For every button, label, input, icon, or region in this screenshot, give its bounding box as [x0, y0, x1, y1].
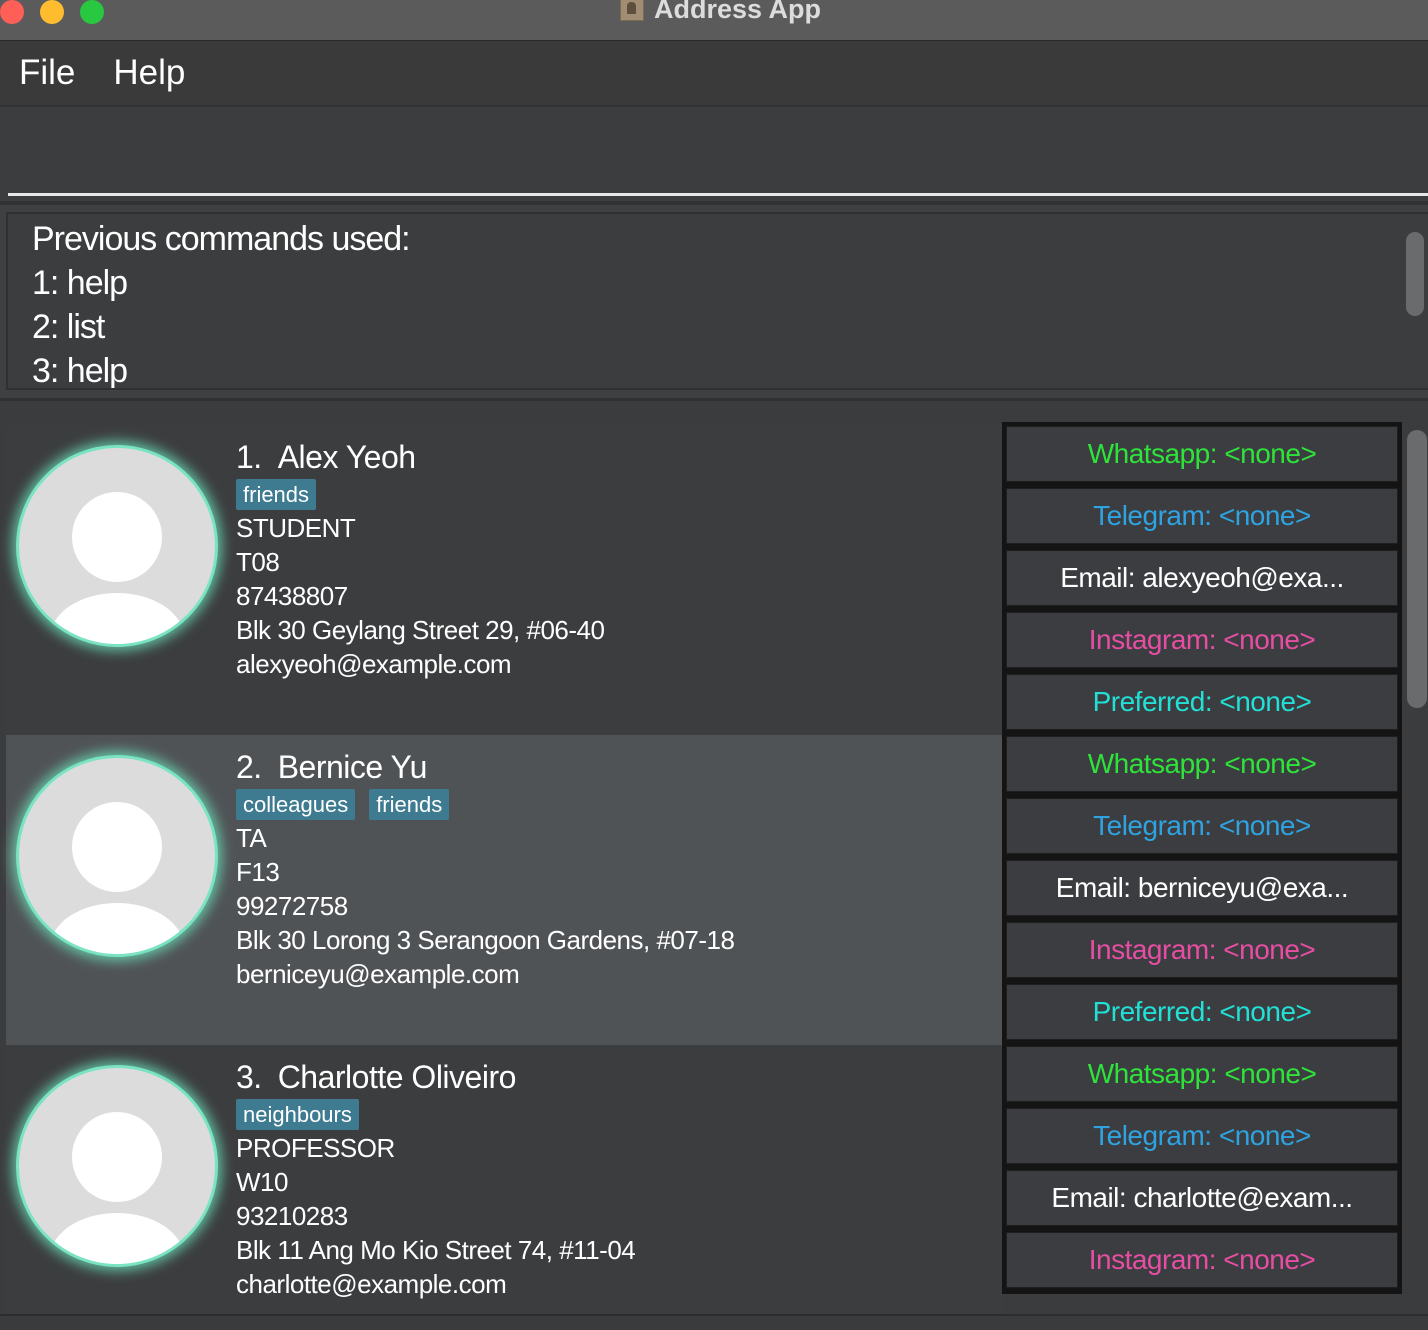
person-info: 1. Alex Yeoh friends STUDENT T08 87438807…	[236, 437, 605, 681]
person-email: alexyeoh@example.com	[236, 649, 512, 679]
avatar-body	[50, 593, 184, 644]
person-phone: 93210283	[236, 1201, 348, 1231]
whatsapp-button[interactable]: Whatsapp: <none>	[1006, 736, 1398, 792]
person-tutorial: F13	[236, 857, 280, 887]
person-name: Alex Yeoh	[277, 439, 416, 475]
person-index: 1.	[236, 439, 262, 475]
address-book-icon	[620, 0, 644, 21]
avatar-body	[50, 903, 184, 954]
tag-list: friends	[236, 477, 604, 511]
person-card[interactable]: 2. Bernice Yu colleagues friends TA F13 9…	[6, 735, 1002, 1045]
telegram-button[interactable]: Telegram: <none>	[1006, 798, 1398, 854]
person-phone: 99272758	[236, 891, 348, 921]
instagram-button[interactable]: Instagram: <none>	[1006, 922, 1398, 978]
result-line: Previous commands used:	[32, 220, 411, 258]
person-phone: 87438807	[236, 581, 348, 611]
window-title-text: Address App	[654, 0, 822, 24]
command-input[interactable]	[8, 117, 1428, 196]
avatar-head	[72, 802, 162, 892]
tag: friends	[369, 788, 450, 820]
close-window-button[interactable]	[0, 0, 24, 24]
result-scrollbar[interactable]	[1406, 232, 1424, 316]
zoom-window-button[interactable]	[80, 0, 104, 24]
tag: colleagues	[236, 788, 356, 820]
instagram-button[interactable]: Instagram: <none>	[1006, 1232, 1398, 1288]
person-name: Charlotte Oliveiro	[277, 1059, 517, 1095]
person-tutorial: T08	[236, 547, 280, 577]
person-index: 2.	[236, 749, 262, 785]
person-role: STUDENT	[236, 513, 356, 543]
tag-list: colleagues friends	[236, 787, 734, 821]
menu-help[interactable]: Help	[113, 53, 185, 93]
person-email: berniceyu@example.com	[236, 959, 520, 989]
avatar-head	[72, 1112, 162, 1202]
instagram-button[interactable]: Instagram: <none>	[1006, 612, 1398, 668]
telegram-button[interactable]: Telegram: <none>	[1006, 1108, 1398, 1164]
avatar	[16, 755, 218, 957]
person-name-row: 3. Charlotte Oliveiro	[236, 1057, 635, 1097]
person-name: Bernice Yu	[277, 749, 428, 785]
person-role: PROFESSOR	[236, 1133, 395, 1163]
tag-list: neighbours	[236, 1097, 635, 1131]
preferred-button[interactable]: Preferred: <none>	[1006, 984, 1398, 1040]
avatar-head	[72, 492, 162, 582]
person-address: Blk 30 Geylang Street 29, #06-40	[236, 615, 605, 645]
person-tutorial: W10	[236, 1167, 288, 1197]
result-line: 1: help	[32, 264, 128, 302]
result-display: Previous commands used: 1: help 2: list …	[6, 212, 1428, 390]
person-email: charlotte@example.com	[236, 1269, 507, 1299]
title-bar: Address App	[0, 0, 1428, 41]
result-line: 2: list	[32, 308, 105, 346]
avatar	[16, 445, 218, 647]
person-address: Blk 11 Ang Mo Kio Street 74, #11-04	[236, 1235, 636, 1265]
email-button[interactable]: Email: berniceyu@exa...	[1006, 860, 1398, 916]
minimize-window-button[interactable]	[40, 0, 64, 24]
avatar-body	[50, 1213, 184, 1264]
menu-file[interactable]: File	[19, 53, 75, 93]
preferred-button[interactable]: Preferred: <none>	[1006, 674, 1398, 730]
person-card[interactable]: 1. Alex Yeoh friends STUDENT T08 87438807…	[6, 425, 1002, 735]
person-index: 3.	[236, 1059, 262, 1095]
command-box	[0, 107, 1428, 205]
whatsapp-button[interactable]: Whatsapp: <none>	[1006, 426, 1398, 482]
whatsapp-button[interactable]: Whatsapp: <none>	[1006, 1046, 1398, 1102]
tag: neighbours	[236, 1098, 359, 1130]
avatar	[16, 1065, 218, 1267]
telegram-button[interactable]: Telegram: <none>	[1006, 488, 1398, 544]
person-card[interactable]: 3. Charlotte Oliveiro neighbours PROFESSO…	[6, 1045, 1002, 1317]
menu-bar: File Help	[0, 41, 1428, 107]
result-line: 3: help	[32, 352, 128, 390]
person-info: 3. Charlotte Oliveiro neighbours PROFESSO…	[236, 1057, 636, 1301]
email-button[interactable]: Email: charlotte@exam...	[1006, 1170, 1398, 1226]
tag: friends	[236, 478, 317, 510]
person-info: 2. Bernice Yu colleagues friends TA F13 9…	[236, 747, 735, 991]
contact-panel: Whatsapp: <none> Telegram: <none> Email:…	[1002, 422, 1402, 1294]
list-scrollbar[interactable]	[1407, 430, 1427, 708]
person-name-row: 1. Alex Yeoh	[236, 437, 604, 477]
person-role: TA	[236, 823, 267, 853]
person-name-row: 2. Bernice Yu	[236, 747, 734, 787]
person-address: Blk 30 Lorong 3 Serangoon Gardens, #07-1…	[236, 925, 735, 955]
email-button[interactable]: Email: alexyeoh@exa...	[1006, 550, 1398, 606]
window-title: Address App	[620, 0, 821, 24]
